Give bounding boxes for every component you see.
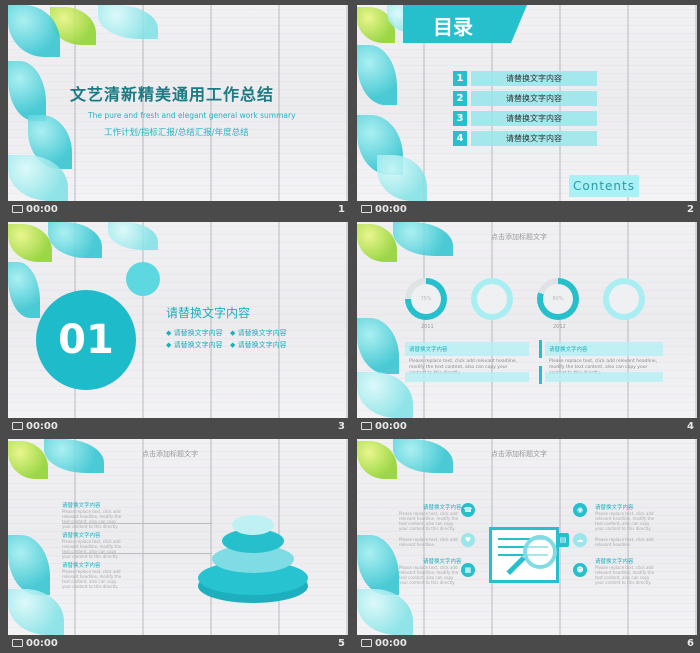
- slide-number: 2: [687, 204, 694, 215]
- slide-footer: 00:00 1: [8, 201, 348, 219]
- slide-title: 文艺清新精美通用工作总结: [70, 85, 275, 104]
- slide-footer: 00:00 3: [8, 418, 348, 436]
- entry-heading: 请替换文字内容: [62, 563, 101, 569]
- slide-time: 00:00: [375, 421, 407, 432]
- feature-body: Please replace text, click add relevant …: [399, 511, 459, 531]
- section-title: 请替换文字内容: [166, 306, 251, 320]
- bullet-item: ◆ 请替换文字内容: [230, 329, 287, 337]
- entry-body: Please replace text, click add relevant …: [62, 569, 122, 589]
- ghost-title: 点击添加标题文字: [491, 450, 547, 458]
- timing-icon: [361, 422, 372, 430]
- cloud-icon: ☁: [573, 533, 587, 547]
- feature-body: Please replace text, click add relevant …: [595, 537, 654, 547]
- progress-ring: [603, 278, 645, 320]
- slide-footer: 00:00 2: [357, 201, 697, 219]
- timing-icon: [361, 205, 372, 213]
- slide-number: 1: [338, 204, 345, 215]
- entry-body: Please replace text, click add relevant …: [62, 509, 122, 529]
- slide-time: 00:00: [26, 421, 58, 432]
- slide-time: 00:00: [26, 638, 58, 649]
- feature-heading: 请替换文字内容: [423, 505, 462, 511]
- feature-heading: 请替换文字内容: [595, 505, 634, 511]
- ring-year: 2012: [553, 324, 566, 330]
- slide-canvas: 点击添加标题文字 75% 80% 2011 2012 请替换文字内容 Pleas…: [357, 222, 697, 418]
- slide-thumbnail-1[interactable]: 文艺清新精美通用工作总结 The pure and fresh and eleg…: [8, 5, 348, 219]
- toc-item: 1 请替换文字内容: [453, 71, 597, 86]
- slide-thumbnail-5[interactable]: 点击添加标题文字 请替换文字内容 Please replace text, cl…: [8, 439, 348, 653]
- toc-heading: 目录: [433, 15, 473, 39]
- slide-subtitle-en: The pure and fresh and elegant general w…: [88, 111, 296, 120]
- bullet-item: ◆ 请替换文字内容: [230, 341, 287, 349]
- ghost-title: 点击添加标题文字: [142, 450, 198, 458]
- entry-heading: 请替换文字内容: [62, 533, 101, 539]
- toc-item: 2 请替换文字内容: [453, 91, 597, 106]
- slide-canvas: 点击添加标题文字 请替换文字内容 Please replace text, cl…: [357, 439, 697, 635]
- slide-time: 00:00: [375, 638, 407, 649]
- toc-item: 3 请替换文字内容: [453, 111, 597, 126]
- slide-canvas: 01 请替换文字内容 ◆ 请替换文字内容 ◆ 请替换文字内容 ◆ 请替换文字内容…: [8, 222, 348, 418]
- slide-canvas: 点击添加标题文字 请替换文字内容 Please replace text, cl…: [8, 439, 348, 635]
- slide-number: 6: [687, 638, 694, 649]
- panel-heading: 请替换文字内容: [549, 347, 588, 353]
- timing-icon: [12, 205, 23, 213]
- progress-ring: 75%: [405, 278, 447, 320]
- slide-canvas: 目录 1 请替换文字内容 2 请替换文字内容 3 请替换文字内容 4 请替换文字…: [357, 5, 697, 201]
- book-icon: ▤: [557, 533, 569, 547]
- section-number: 01: [36, 290, 136, 390]
- slide-footer: 00:00 6: [357, 635, 697, 653]
- slide-number: 3: [338, 421, 345, 432]
- timing-icon: [361, 639, 372, 647]
- slide-footer: 00:00 4: [357, 418, 697, 436]
- bullet-item: ◆ 请替换文字内容: [166, 329, 223, 337]
- bullet-item: ◆ 请替换文字内容: [166, 341, 223, 349]
- decorative-circle: [126, 262, 160, 296]
- timing-icon: [12, 422, 23, 430]
- calendar-icon: ▦: [461, 563, 475, 577]
- pyramid-tier: [232, 515, 274, 535]
- feature-body: Please replace text, click add relevant …: [595, 565, 655, 585]
- slide-time: 00:00: [375, 204, 407, 215]
- slide-number: 5: [338, 638, 345, 649]
- slide-canvas: 文艺清新精美通用工作总结 The pure and fresh and eleg…: [8, 5, 348, 201]
- timing-icon: [12, 639, 23, 647]
- feature-heading: 请替换文字内容: [595, 559, 634, 565]
- progress-ring: [471, 278, 513, 320]
- feature-body: Please replace text, click add relevant …: [399, 537, 458, 547]
- ring-year: 2011: [421, 324, 434, 330]
- panel-heading: 请替换文字内容: [409, 347, 448, 353]
- slide-footer: 00:00 5: [8, 635, 348, 653]
- entry-body: Please replace text, click add relevant …: [62, 539, 122, 559]
- slide-time: 00:00: [26, 204, 58, 215]
- slide-thumbnail-2[interactable]: 目录 1 请替换文字内容 2 请替换文字内容 3 请替换文字内容 4 请替换文字…: [357, 5, 697, 219]
- slide-subtitle-cn: 工作计划/指标汇报/总结汇报/年度总结: [104, 128, 249, 138]
- contents-label: Contents: [569, 175, 639, 197]
- user-icon: ☻: [573, 563, 587, 577]
- feature-body: Please replace text, click add relevant …: [595, 511, 655, 531]
- magnifier-icon: [523, 535, 557, 569]
- location-icon: ◉: [573, 503, 587, 517]
- ghost-title: 点击添加标题文字: [491, 233, 547, 241]
- feature-heading: 请替换文字内容: [423, 559, 462, 565]
- feature-body: Please replace text, click add relevant …: [399, 565, 459, 585]
- toc-heading-tab: 目录: [403, 5, 511, 43]
- slide-thumbnail-3[interactable]: 01 请替换文字内容 ◆ 请替换文字内容 ◆ 请替换文字内容 ◆ 请替换文字内容…: [8, 222, 348, 436]
- heart-icon: ♥: [461, 533, 475, 547]
- slide-sorter-grid: 文艺清新精美通用工作总结 The pure and fresh and eleg…: [0, 0, 700, 649]
- slide-number: 4: [687, 421, 694, 432]
- phone-icon: ☎: [461, 503, 475, 517]
- slide-thumbnail-4[interactable]: 点击添加标题文字 75% 80% 2011 2012 请替换文字内容 Pleas…: [357, 222, 697, 436]
- toc-item: 4 请替换文字内容: [453, 131, 597, 146]
- slide-thumbnail-6[interactable]: 点击添加标题文字 请替换文字内容 Please replace text, cl…: [357, 439, 697, 653]
- entry-heading: 请替换文字内容: [62, 503, 101, 509]
- progress-ring: 80%: [537, 278, 579, 320]
